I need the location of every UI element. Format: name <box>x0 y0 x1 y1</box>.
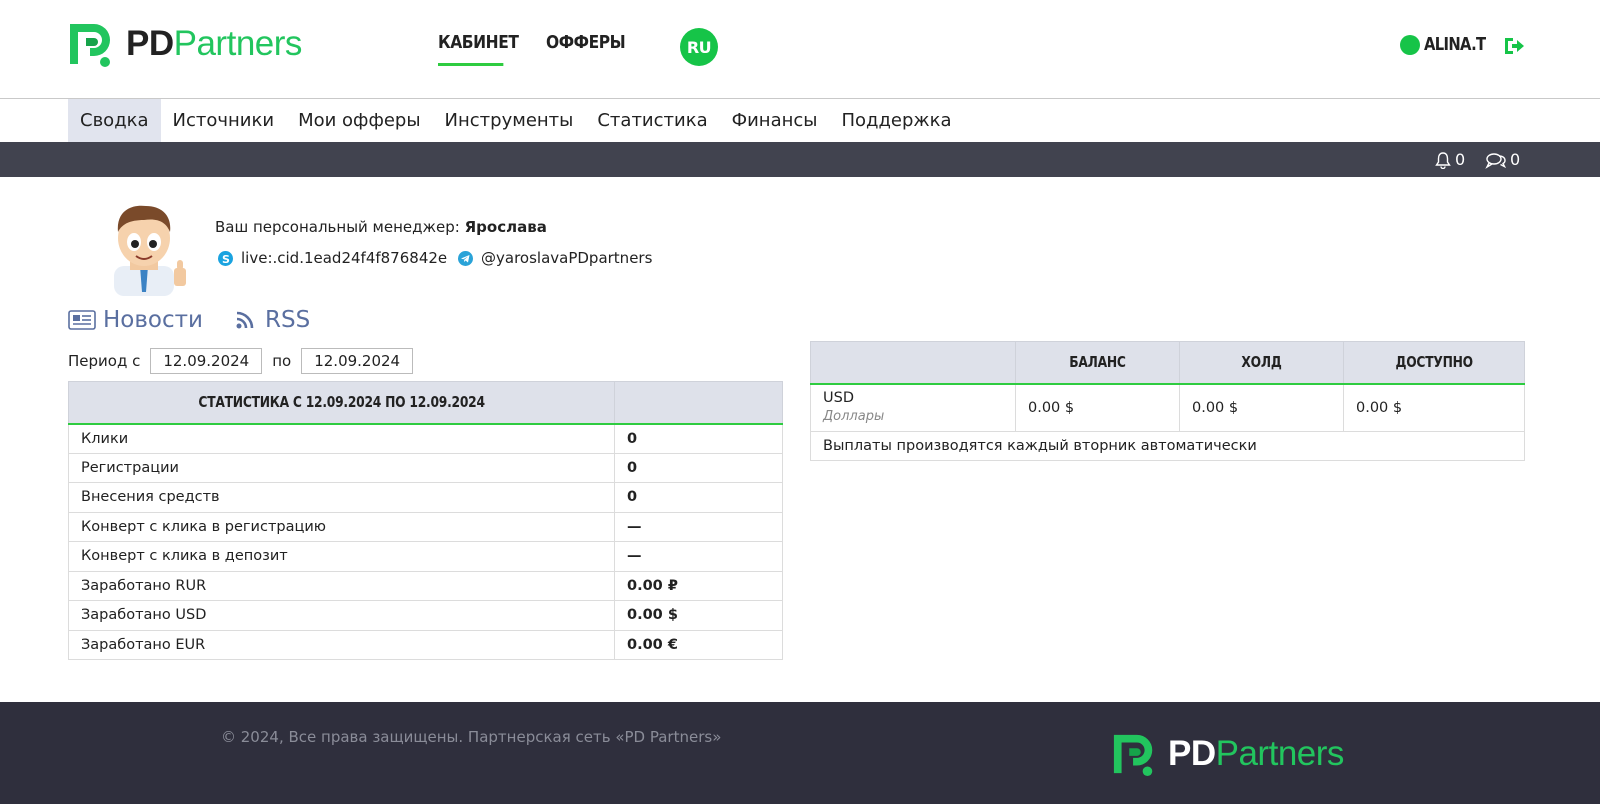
table-row: USD Доллары 0.00 $ 0.00 $ 0.00 $ <box>810 383 1525 432</box>
logout-icon[interactable] <box>1503 36 1525 56</box>
rss-icon <box>236 311 254 329</box>
top-header: PDPartners КАБИНЕТ ОФФЕРЫ RU ALINA.T <box>0 0 1600 99</box>
stat-label: Заработано EUR <box>68 629 615 660</box>
stat-value: 0 <box>614 452 783 483</box>
newspaper-icon <box>68 310 96 330</box>
telegram-icon <box>458 250 473 266</box>
table-row: Заработано USD 0.00 $ <box>68 600 783 631</box>
news-links: Новости RSS <box>68 307 310 333</box>
stat-label: Регистрации <box>68 452 615 483</box>
user-menu[interactable]: ALINA.T <box>1400 34 1499 55</box>
table-row: Клики 0 <box>68 423 783 454</box>
footer-logo-text: PDPartners <box>1168 734 1344 773</box>
subnav-summary[interactable]: Сводка <box>68 99 161 142</box>
language-switch[interactable]: RU <box>680 28 718 66</box>
news-label: Новости <box>103 307 203 333</box>
table-row: Регистрации 0 <box>68 452 783 483</box>
manager-name: Ярослава <box>464 218 547 236</box>
table-row: Конверт с клика в регистрацию — <box>68 511 783 542</box>
notifications-button[interactable]: 0 <box>1434 150 1465 169</box>
subnav-finance[interactable]: Финансы <box>720 99 830 142</box>
messages-button[interactable]: 0 <box>1485 150 1520 169</box>
stat-value: 0.00 $ <box>614 600 783 631</box>
online-status-icon <box>1400 34 1420 55</box>
stats-header-value <box>614 381 783 425</box>
period-to-label: по <box>272 352 292 370</box>
stat-value: 0 <box>614 423 783 454</box>
stat-label: Заработано USD <box>68 600 615 631</box>
manager-info: Ваш персональный менеджер: Ярослава <box>215 218 547 236</box>
notification-bar: 0 0 <box>0 142 1600 177</box>
bell-icon <box>1435 151 1451 169</box>
copyright: © 2024, Все права защищены. Партнерская … <box>221 728 722 746</box>
balance-header-available: ДОСТУПНО <box>1343 341 1525 385</box>
skype-id: live:.cid.1ead24f4f876842e <box>241 249 448 267</box>
period-filter: Период с 12.09.2024 по 12.09.2024 <box>68 348 414 374</box>
table-row: Внесения средств 0 <box>68 482 783 513</box>
logo-mark-icon <box>70 24 110 67</box>
payout-note: Выплаты производятся каждый вторник авто… <box>810 431 1525 461</box>
balance-value: 0.00 $ <box>1015 383 1180 432</box>
skype-icon: S <box>218 250 233 266</box>
footer-logo[interactable]: PDPartners <box>1112 730 1344 778</box>
stat-value: 0.00 € <box>614 629 783 660</box>
currency-name: Доллары <box>823 409 885 425</box>
currency-cell: USD Доллары <box>810 383 1016 432</box>
date-to-input[interactable]: 12.09.2024 <box>301 348 414 374</box>
subnav-tools[interactable]: Инструменты <box>433 99 586 142</box>
brand-logo[interactable]: PDPartners <box>68 20 302 68</box>
balance-header-currency <box>810 341 1016 385</box>
subnav-statistics[interactable]: Статистика <box>585 99 719 142</box>
hold-value: 0.00 $ <box>1179 383 1344 432</box>
notifications-count: 0 <box>1455 150 1466 169</box>
stat-value: — <box>614 541 783 572</box>
currency-code: USD <box>823 390 854 407</box>
news-link[interactable]: Новости <box>68 307 203 333</box>
stat-value: 0 <box>614 482 783 513</box>
stat-label: Клики <box>68 423 615 454</box>
stats-header: СТАТИСТИКА С 12.09.2024 ПО 12.09.2024 <box>68 381 615 425</box>
stats-table: СТАТИСТИКА С 12.09.2024 ПО 12.09.2024 Кл… <box>68 381 783 660</box>
manager-label: Ваш персональный менеджер: <box>215 218 460 236</box>
rss-label: RSS <box>265 307 311 333</box>
telegram-contact[interactable]: @yaroslavaPDpartners <box>458 249 652 267</box>
skype-contact[interactable]: S live:.cid.1ead24f4f876842e <box>218 249 447 267</box>
balance-header-balance: БАЛАНС <box>1015 341 1180 385</box>
balance-table: БАЛАНС ХОЛД ДОСТУПНО USD Доллары 0.00 $ … <box>810 341 1525 461</box>
telegram-handle: @yaroslavaPDpartners <box>481 249 653 267</box>
stat-value: 0.00 ₽ <box>614 570 783 601</box>
username: ALINA.T <box>1424 34 1486 55</box>
table-row: Заработано EUR 0.00 € <box>68 629 783 660</box>
stat-label: Конверт с клика в регистрацию <box>68 511 615 542</box>
available-value: 0.00 $ <box>1343 383 1525 432</box>
table-row: Выплаты производятся каждый вторник авто… <box>810 431 1525 461</box>
subnav-support[interactable]: Поддержка <box>829 99 963 142</box>
table-row: Конверт с клика в депозит — <box>68 541 783 572</box>
table-row: Заработано RUR 0.00 ₽ <box>68 570 783 601</box>
stat-label: Заработано RUR <box>68 570 615 601</box>
section-nav: Сводка Источники Мои офферы Инструменты … <box>0 99 1600 142</box>
svg-text:S: S <box>222 253 230 266</box>
nav-offers[interactable]: ОФФЕРЫ <box>546 32 626 53</box>
rss-link[interactable]: RSS <box>235 307 310 333</box>
date-from-input[interactable]: 12.09.2024 <box>150 348 263 374</box>
stat-value: — <box>614 511 783 542</box>
nav-cabinet[interactable]: КАБИНЕТ <box>438 32 519 66</box>
period-from-label: Период с <box>68 352 141 370</box>
subnav-my-offers[interactable]: Мои офферы <box>286 99 432 142</box>
logo-text: PDPartners <box>126 24 302 63</box>
messages-count: 0 <box>1510 150 1521 169</box>
balance-header-hold: ХОЛД <box>1179 341 1344 385</box>
footer: © 2024, Все права защищены. Партнерская … <box>0 702 1600 804</box>
stat-label: Конверт с клика в депозит <box>68 541 615 572</box>
manager-avatar <box>114 205 186 296</box>
stat-label: Внесения средств <box>68 482 615 513</box>
logo-mark-icon <box>1113 734 1153 777</box>
chat-icon <box>1485 152 1507 169</box>
subnav-sources[interactable]: Источники <box>161 99 287 142</box>
